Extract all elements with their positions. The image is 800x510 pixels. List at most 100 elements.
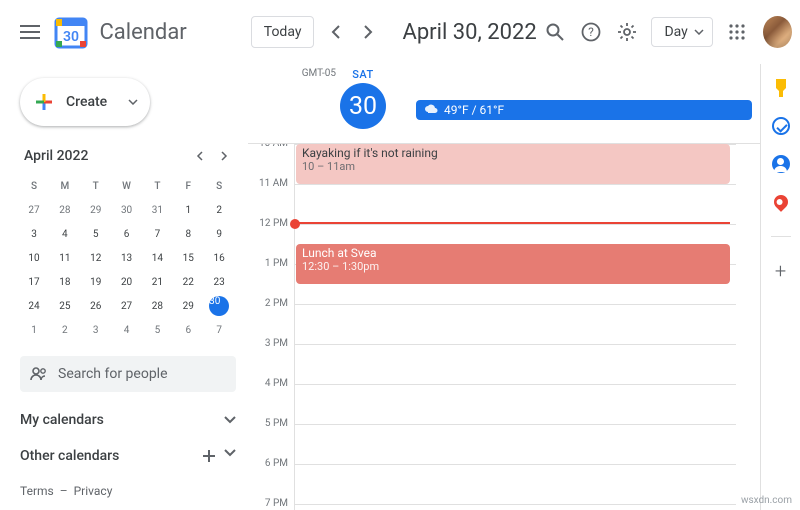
- mini-cal-day[interactable]: 2: [51, 318, 79, 342]
- allday-row[interactable]: 49°F / 61°F: [416, 68, 760, 120]
- mini-cal-dow: S: [20, 174, 48, 198]
- mini-cal-day[interactable]: 12: [82, 246, 110, 270]
- grid-lines[interactable]: Kayaking if it's not raining10 – 11am Lun…: [294, 144, 736, 510]
- hour-slot[interactable]: [295, 424, 736, 464]
- apps-button[interactable]: [719, 12, 755, 52]
- mini-cal-day[interactable]: 13: [113, 246, 141, 270]
- mini-cal-day[interactable]: 3: [20, 222, 48, 246]
- prev-day-button[interactable]: [320, 16, 352, 48]
- mini-cal-day[interactable]: 27: [20, 198, 48, 222]
- mini-cal-dow: S: [205, 174, 233, 198]
- view-selector[interactable]: Day: [651, 17, 712, 47]
- hour-slot[interactable]: [295, 184, 736, 224]
- mini-cal-day[interactable]: 19: [82, 270, 110, 294]
- hour-label: 5 PM: [248, 418, 288, 458]
- mini-cal-day[interactable]: 4: [51, 222, 79, 246]
- mini-cal-day[interactable]: 17: [20, 270, 48, 294]
- hour-label: 12 PM: [248, 218, 288, 258]
- mini-cal-day[interactable]: 31: [143, 198, 171, 222]
- contacts-icon: [772, 155, 790, 173]
- tasks-button[interactable]: [771, 116, 791, 136]
- mini-cal-day[interactable]: 23: [205, 270, 233, 294]
- mini-cal-grid[interactable]: SMTWTFS272829303112345678910111213141516…: [20, 174, 236, 342]
- calendar-event[interactable]: Kayaking if it's not raining10 – 11am: [296, 144, 730, 184]
- hour-slot[interactable]: [295, 304, 736, 344]
- calendar-event[interactable]: Lunch at Svea12:30 – 1:30pm: [296, 244, 730, 284]
- mini-cal-day[interactable]: 5: [82, 222, 110, 246]
- mini-cal-day[interactable]: 2: [205, 198, 233, 222]
- mini-cal-day[interactable]: 27: [113, 294, 141, 318]
- hour-slot[interactable]: [295, 464, 736, 504]
- time-grid[interactable]: 10 AM11 AM12 PM1 PM2 PM3 PM4 PM5 PM6 PM7…: [248, 144, 760, 510]
- mini-cal-day[interactable]: 28: [51, 198, 79, 222]
- help-button[interactable]: ?: [573, 12, 609, 52]
- mini-cal-day[interactable]: 30: [205, 294, 233, 318]
- mini-cal-day[interactable]: 1: [20, 318, 48, 342]
- my-calendars-label: My calendars: [20, 412, 104, 428]
- chevron-left-icon: [331, 25, 341, 39]
- search-button[interactable]: [537, 12, 573, 52]
- mini-cal-day[interactable]: 22: [174, 270, 202, 294]
- maps-button[interactable]: [771, 192, 791, 212]
- day-of-week: SAT: [352, 68, 373, 81]
- search-people-input[interactable]: Search for people: [20, 356, 236, 392]
- next-day-button[interactable]: [352, 16, 384, 48]
- today-button[interactable]: Today: [251, 16, 315, 48]
- privacy-link[interactable]: Privacy: [74, 484, 113, 498]
- mini-cal-day[interactable]: 14: [143, 246, 171, 270]
- terms-link[interactable]: Terms: [20, 484, 54, 498]
- mini-cal-prev[interactable]: [188, 144, 212, 168]
- account-avatar[interactable]: [763, 16, 792, 48]
- mini-cal-day[interactable]: 24: [20, 294, 48, 318]
- mini-cal-day[interactable]: 1: [174, 198, 202, 222]
- mini-cal-day[interactable]: 11: [51, 246, 79, 270]
- weather-chip[interactable]: 49°F / 61°F: [416, 100, 752, 120]
- date-nav: [320, 16, 384, 48]
- mini-cal-day[interactable]: 18: [51, 270, 79, 294]
- mini-cal-day[interactable]: 7: [205, 318, 233, 342]
- hour-slot[interactable]: [295, 344, 736, 384]
- search-people-placeholder: Search for people: [58, 366, 168, 382]
- side-panel-divider: [771, 236, 791, 237]
- mini-cal-day[interactable]: 5: [143, 318, 171, 342]
- mini-cal-day[interactable]: 15: [174, 246, 202, 270]
- gear-icon: [617, 22, 637, 42]
- watermark: wsxdn.com: [741, 495, 792, 506]
- mini-cal-next[interactable]: [212, 144, 236, 168]
- mini-cal-day[interactable]: 21: [143, 270, 171, 294]
- other-calendars-toggle[interactable]: Other calendars: [20, 448, 236, 464]
- chevron-down-icon: [694, 29, 704, 35]
- mini-cal-day[interactable]: 30: [113, 198, 141, 222]
- mini-cal-day[interactable]: 10: [20, 246, 48, 270]
- my-calendars-toggle[interactable]: My calendars: [20, 412, 236, 428]
- mini-cal-day[interactable]: 28: [143, 294, 171, 318]
- create-button[interactable]: Create: [20, 78, 150, 126]
- mini-cal-day[interactable]: 6: [113, 222, 141, 246]
- mini-cal-day[interactable]: 29: [82, 198, 110, 222]
- mini-cal-day[interactable]: 9: [205, 222, 233, 246]
- mini-cal-day[interactable]: 3: [82, 318, 110, 342]
- hour-label: 10 AM: [248, 144, 288, 178]
- apps-grid-icon: [729, 24, 745, 40]
- hour-slot[interactable]: [295, 384, 736, 424]
- mini-cal-day[interactable]: 16: [205, 246, 233, 270]
- plus-icon[interactable]: [202, 449, 216, 463]
- settings-button[interactable]: [609, 12, 645, 52]
- mini-cal-day[interactable]: 7: [143, 222, 171, 246]
- keep-button[interactable]: [771, 78, 791, 98]
- hour-slot[interactable]: [295, 504, 736, 510]
- contacts-button[interactable]: [771, 154, 791, 174]
- main-menu-button[interactable]: [8, 8, 51, 56]
- mini-cal-day[interactable]: 8: [174, 222, 202, 246]
- current-date-label: April 30, 2022: [402, 20, 536, 45]
- mini-cal-day[interactable]: 26: [82, 294, 110, 318]
- mini-cal-day[interactable]: 20: [113, 270, 141, 294]
- mini-cal-day[interactable]: 29: [174, 294, 202, 318]
- mini-cal-dow: T: [82, 174, 110, 198]
- mini-cal-day[interactable]: 6: [174, 318, 202, 342]
- mini-cal-dow: T: [143, 174, 171, 198]
- add-addon-button[interactable]: +: [771, 261, 791, 281]
- mini-cal-day[interactable]: 25: [51, 294, 79, 318]
- mini-cal-day[interactable]: 4: [113, 318, 141, 342]
- day-column-header[interactable]: SAT 30: [340, 68, 386, 129]
